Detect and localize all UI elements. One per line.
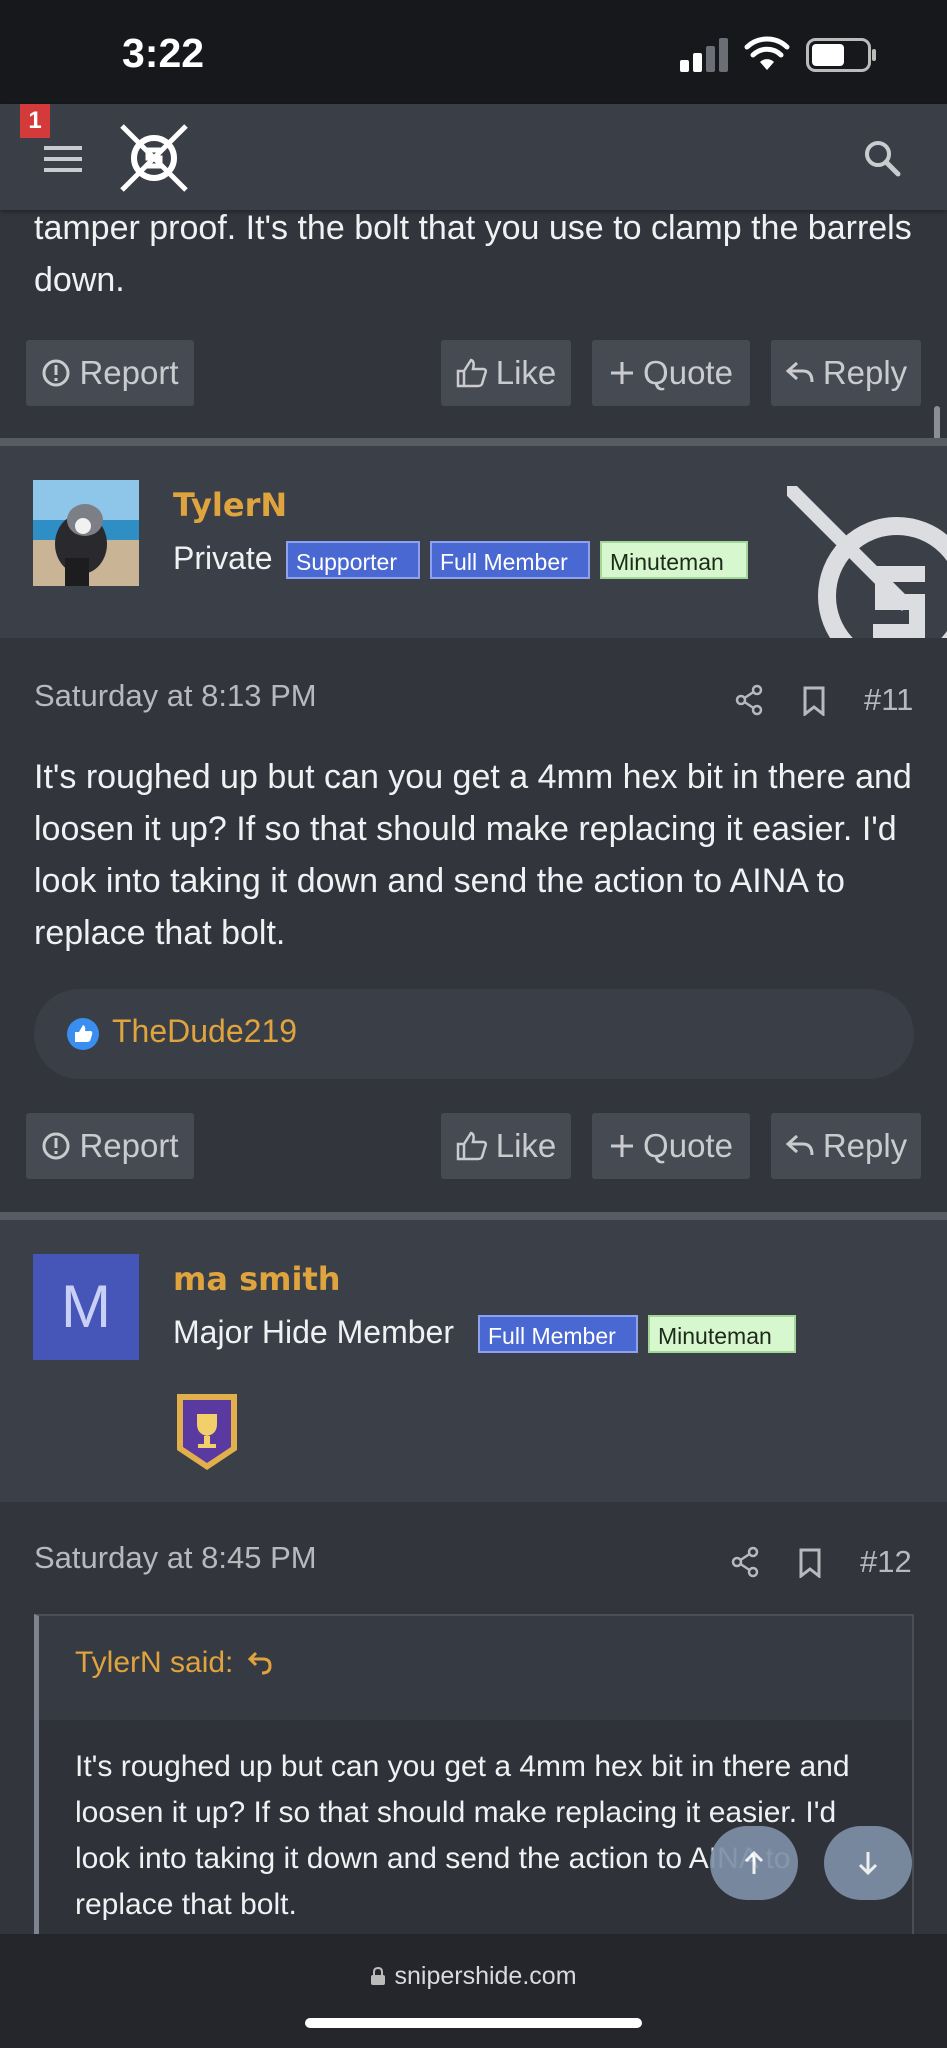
avatar[interactable]: M	[33, 1254, 139, 1360]
report-icon	[42, 359, 70, 387]
user-title: Private	[173, 540, 273, 576]
avatar-photo-dog	[33, 480, 139, 586]
search-icon[interactable]	[862, 138, 902, 178]
report-label: Report	[79, 354, 179, 391]
username[interactable]: TylerN	[173, 486, 287, 524]
site-logo-icon[interactable]	[118, 122, 190, 194]
report-icon	[42, 1132, 70, 1160]
lock-icon	[371, 1966, 386, 1985]
badge-minuteman: Minuteman	[600, 541, 748, 579]
badge-full-member: Full Member	[478, 1315, 638, 1353]
post-date[interactable]: Saturday at 8:13 PM	[34, 678, 317, 714]
arrow-up-icon	[744, 1850, 764, 1874]
report-button[interactable]: Report	[26, 340, 194, 406]
home-indicator[interactable]	[305, 2018, 642, 2028]
like-label: Like	[495, 354, 557, 391]
browser-bottom-bar	[0, 1934, 947, 2048]
quote-header[interactable]: TylerN said:	[75, 1646, 273, 1680]
reply-label: Reply	[822, 1127, 908, 1164]
badge-full-member: Full Member	[430, 541, 590, 579]
post-number[interactable]: #11	[864, 682, 913, 718]
avatar[interactable]	[33, 480, 139, 586]
quote-button[interactable]: Quote	[592, 1113, 750, 1179]
post-body-text: It's roughed up but can you get a 4mm he…	[34, 758, 912, 952]
plus-icon	[611, 1135, 634, 1157]
post-number[interactable]: #12	[860, 1544, 912, 1580]
quote-block: TylerN said: It's roughed up but can you…	[34, 1614, 914, 1944]
bookmark-icon[interactable]	[802, 686, 826, 716]
quote-label: Quote	[643, 1127, 733, 1164]
reply-button[interactable]: Reply	[771, 340, 921, 406]
arrow-down-icon	[858, 1852, 878, 1876]
scroll-to-bottom-button[interactable]	[824, 1826, 912, 1900]
url-text: snipershide.com	[394, 1962, 577, 1990]
plus-icon	[611, 362, 634, 384]
scroll-to-top-button[interactable]	[710, 1826, 798, 1900]
username[interactable]: ma smith	[173, 1260, 341, 1298]
like-reaction-icon	[67, 1018, 99, 1050]
go-to-quote-icon[interactable]	[247, 1650, 273, 1676]
reply-arrow-icon	[785, 361, 814, 383]
trophy-award-icon[interactable]	[173, 1390, 241, 1474]
hamburger-menu-icon[interactable]	[44, 144, 84, 174]
user-title: Major Hide Member	[173, 1314, 454, 1350]
battery-icon	[806, 38, 876, 72]
status-time: 3:22	[122, 30, 205, 76]
report-label: Report	[79, 1127, 179, 1164]
post-date[interactable]: Saturday at 8:45 PM	[34, 1540, 317, 1576]
like-button[interactable]: Like	[441, 1113, 571, 1179]
report-button[interactable]: Report	[26, 1113, 194, 1179]
quote-author[interactable]: TylerN said:	[75, 1646, 233, 1680]
post-divider	[0, 438, 947, 446]
address-bar[interactable]: snipershide.com	[0, 1962, 947, 1991]
thumbs-up-icon	[456, 1131, 487, 1161]
watermark-logo-icon	[787, 486, 947, 638]
quote-button[interactable]: Quote	[592, 340, 750, 406]
reaction-username[interactable]: TheDude219	[112, 1013, 297, 1050]
reply-arrow-icon	[785, 1134, 814, 1156]
share-icon[interactable]	[734, 684, 764, 716]
wifi-icon	[744, 36, 790, 70]
like-label: Like	[495, 1127, 557, 1164]
share-icon[interactable]	[730, 1546, 760, 1578]
badge-minuteman: Minuteman	[648, 1315, 796, 1353]
reply-button[interactable]: Reply	[771, 1113, 921, 1179]
reply-label: Reply	[822, 354, 908, 391]
badge-supporter: Supporter	[286, 541, 420, 579]
notification-badge[interactable]: 1	[20, 104, 50, 138]
quote-label: Quote	[643, 354, 733, 391]
like-button[interactable]: Like	[441, 340, 571, 406]
user-panel	[0, 1220, 947, 1502]
thumbs-up-icon	[456, 358, 487, 388]
bookmark-icon[interactable]	[798, 1548, 822, 1578]
signal-icon	[680, 38, 728, 72]
reactions-bar[interactable]: TheDude219	[34, 989, 914, 1079]
post-divider	[0, 1212, 947, 1220]
post-body-text: tamper proof. It's the bolt that you use…	[34, 209, 912, 299]
